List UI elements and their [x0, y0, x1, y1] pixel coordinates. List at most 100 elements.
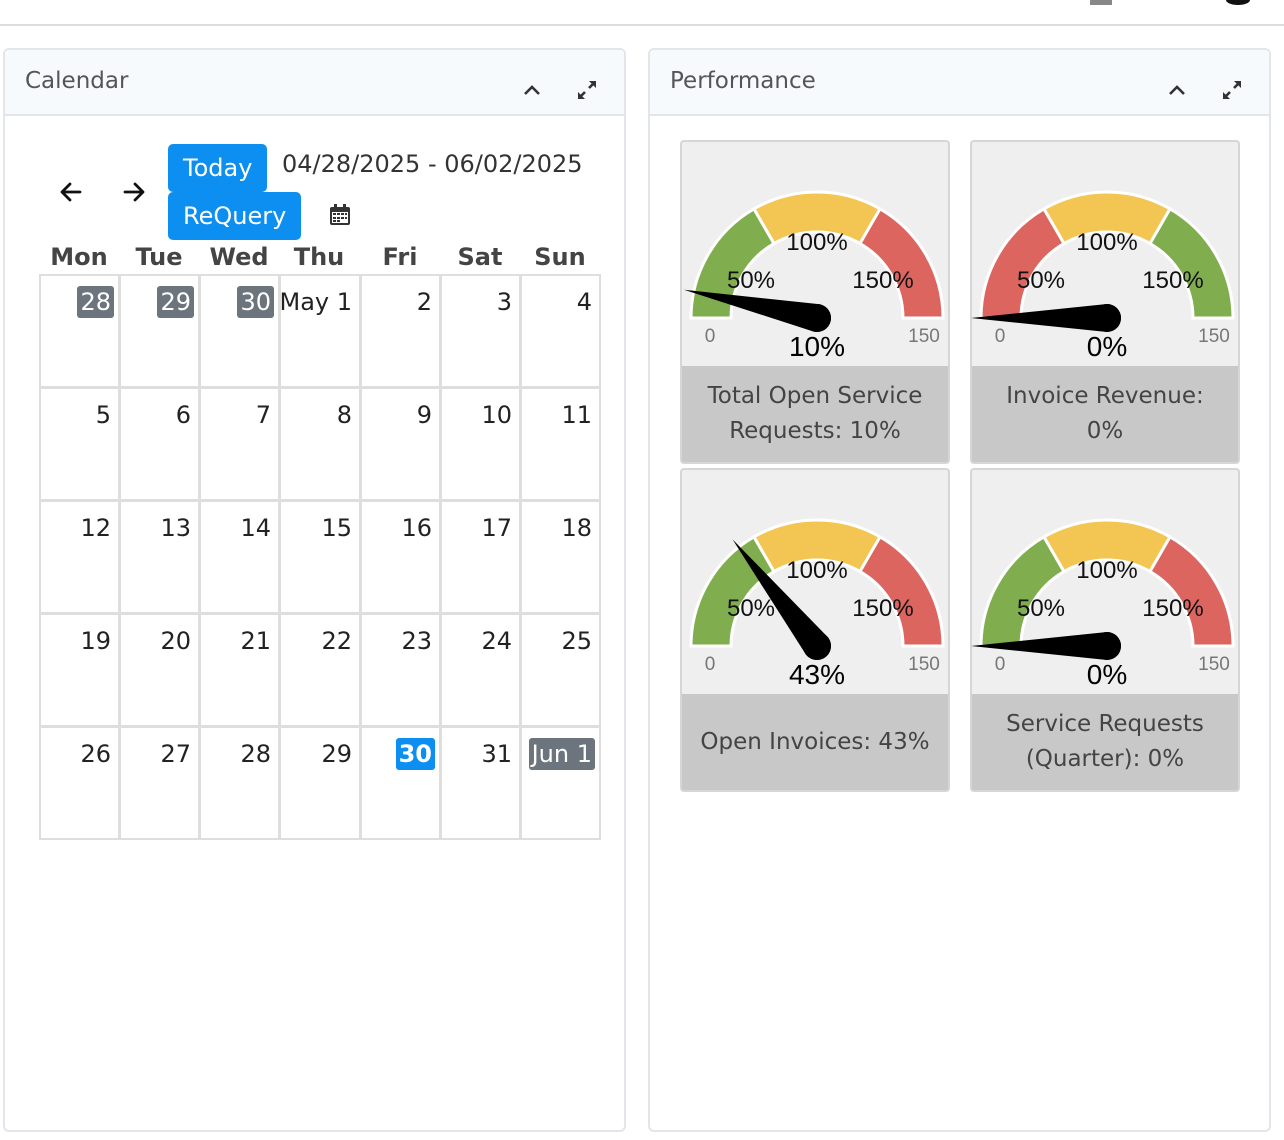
calendar-panel-header: Calendar — [5, 50, 624, 116]
calendar-day-cell[interactable]: 26 — [39, 726, 120, 840]
gauge-card[interactable]: 100% 50% 150% 0 150 0% Invoice Revenue: 0% — [970, 140, 1240, 464]
gauge-needle-hub — [803, 632, 831, 660]
calendar-day-cell[interactable]: 22 — [279, 613, 361, 727]
gauge-mark-label: 150% — [852, 595, 913, 622]
calendar-day-cell[interactable]: 30 — [199, 274, 280, 388]
calendar-day-cell[interactable]: 13 — [119, 500, 200, 614]
gauge-dial: 100% 50% 150% 0 150 0% — [972, 518, 1235, 690]
calendar-day-cell[interactable]: 3 — [440, 274, 521, 388]
day-number: 3 — [496, 288, 512, 316]
day-number: 29 — [157, 286, 194, 318]
calendar-day-cell[interactable]: 14 — [199, 500, 280, 614]
day-number: 15 — [321, 514, 352, 542]
calendar-day-cell[interactable]: 29 — [279, 726, 361, 840]
day-number: 18 — [561, 514, 592, 542]
calendar-day-cell[interactable]: 21 — [199, 613, 280, 727]
gauge-min-label: 0 — [705, 654, 716, 675]
calendar-day-cell[interactable]: 2 — [360, 274, 441, 388]
gauge-mark-label: 150% — [1142, 595, 1203, 622]
gauge-dial: 100% 50% 150% 0 150 10% — [683, 190, 945, 362]
calendar-day-cell[interactable]: 6 — [119, 387, 200, 501]
calendar-day-cell[interactable]: 24 — [440, 613, 521, 727]
gauge-zone-band — [857, 534, 945, 648]
gauge-max-label: 150 — [908, 326, 940, 347]
date-picker-icon[interactable] — [328, 203, 352, 227]
gauge-caption: Service Requests (Quarter): 0% — [972, 694, 1238, 790]
calendar-icon[interactable] — [1088, 0, 1116, 6]
collapse-chevron-up-icon[interactable] — [1165, 78, 1189, 102]
day-number: 21 — [240, 627, 271, 655]
gauge-value-text: 0% — [1087, 659, 1127, 690]
weekday-label: Sun — [534, 243, 586, 271]
day-number: 27 — [160, 740, 191, 768]
calendar-day-cell[interactable]: 23 — [360, 613, 441, 727]
gauge-max-label: 150 — [1198, 654, 1230, 675]
gauge-mark-label: 150% — [852, 267, 913, 294]
calendar-day-cell[interactable]: 8 — [279, 387, 361, 501]
day-number: 4 — [576, 288, 592, 316]
calendar-day-cell[interactable]: 28 — [39, 274, 120, 388]
calendar-day-cell[interactable]: 10 — [440, 387, 521, 501]
gauge-mark-label: 50% — [1017, 595, 1065, 622]
day-number: 11 — [561, 401, 592, 429]
calendar-day-cell[interactable]: 4 — [520, 274, 601, 388]
gauge-zone-band — [1147, 534, 1235, 648]
day-number: 7 — [255, 401, 271, 429]
day-number: 29 — [321, 740, 352, 768]
gauge-card[interactable]: 100% 50% 150% 0 150 43% Open Invoices: 43% — [680, 468, 950, 792]
day-number: 19 — [80, 627, 111, 655]
gauge-card[interactable]: 100% 50% 150% 0 150 0% Service Requests (Quart… — [970, 468, 1240, 792]
calendar-panel-title: Calendar — [25, 68, 129, 94]
calendar-day-cell[interactable]: 28 — [199, 726, 280, 840]
expand-icon[interactable] — [575, 78, 599, 102]
calendar-day-cell[interactable]: 16 — [360, 500, 441, 614]
calendar-day-cell[interactable]: 18 — [520, 500, 601, 614]
gauge-mark-label: 50% — [727, 267, 775, 294]
calendar-day-cell[interactable]: 17 — [440, 500, 521, 614]
gauge-zone-band — [689, 534, 777, 648]
calendar-day-cell[interactable]: 19 — [39, 613, 120, 727]
gauge-zone-band — [979, 206, 1067, 320]
performance-panel-header: Performance — [650, 50, 1269, 116]
expand-icon[interactable] — [1220, 78, 1244, 102]
next-arrow-icon[interactable] — [118, 176, 150, 208]
gauge-zone-band — [1147, 206, 1235, 320]
day-number: 13 — [160, 514, 191, 542]
calendar-day-cell[interactable]: 12 — [39, 500, 120, 614]
day-number: 9 — [416, 401, 432, 429]
prev-arrow-icon[interactable] — [55, 176, 87, 208]
calendar-day-cell[interactable]: 11 — [520, 387, 601, 501]
collapse-chevron-up-icon[interactable] — [520, 78, 544, 102]
gauge-min-label: 0 — [705, 326, 716, 347]
gauge-max-label: 150 — [1198, 326, 1230, 347]
gauge-mark-label: 100% — [786, 557, 847, 584]
gauge-mark-label: 100% — [1076, 557, 1137, 584]
gauge-min-label: 0 — [995, 654, 1006, 675]
gauge-card[interactable]: 100% 50% 150% 0 150 10% Total Open Service Req… — [680, 140, 950, 464]
day-number: 6 — [175, 401, 191, 429]
top-bar — [0, 0, 1284, 26]
day-number: 30 — [237, 286, 274, 318]
requery-button[interactable]: ReQuery — [168, 192, 302, 240]
calendar-day-cell[interactable]: 9 — [360, 387, 441, 501]
day-number: 8 — [336, 401, 352, 429]
calendar-day-cell[interactable]: 5 — [39, 387, 120, 501]
gauge-value-text: 43% — [789, 659, 845, 690]
calendar-day-cell[interactable]: 27 — [119, 726, 200, 840]
calendar-day-cell[interactable]: 30 — [360, 726, 441, 840]
day-number: 26 — [80, 740, 111, 768]
gauge-value-text: 0% — [1087, 331, 1127, 362]
today-button[interactable]: Today — [168, 144, 268, 192]
user-avatar-icon[interactable] — [1222, 0, 1252, 6]
day-number: 16 — [401, 514, 432, 542]
weekday-label: Thu — [293, 243, 345, 271]
calendar-day-cell[interactable]: 15 — [279, 500, 361, 614]
calendar-day-cell[interactable]: 7 — [199, 387, 280, 501]
calendar-day-cell[interactable]: 29 — [119, 274, 200, 388]
gauge-value-text: 10% — [789, 331, 845, 362]
calendar-day-cell[interactable]: May 1 — [279, 274, 361, 388]
calendar-day-cell[interactable]: 20 — [119, 613, 200, 727]
calendar-day-cell[interactable]: 25 — [520, 613, 601, 727]
calendar-day-cell[interactable]: 31 — [440, 726, 521, 840]
calendar-day-cell[interactable]: Jun 1 — [520, 726, 601, 840]
